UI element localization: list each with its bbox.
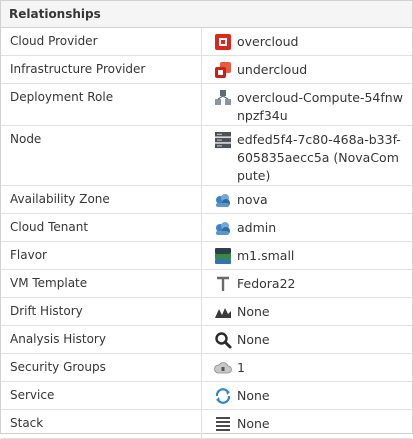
availability-zone-icon <box>214 191 232 209</box>
table-row: Service None <box>1 381 412 410</box>
relationships-table: Cloud Provider overcloud Infrastructure … <box>1 28 412 439</box>
stack-value: None <box>237 416 270 431</box>
deployment-role-icon <box>214 89 232 107</box>
row-label: Deployment Role <box>1 83 202 126</box>
row-label: Service <box>1 381 202 410</box>
table-row[interactable]: Node edfed5f4-7c80-468a-b33f-605835aecc5… <box>1 125 412 186</box>
row-label: Cloud Tenant <box>1 213 202 242</box>
panel-title: Relationships <box>1 1 412 28</box>
openstack-infra-provider-icon <box>214 61 232 79</box>
table-row: Analysis History None <box>1 325 412 354</box>
table-row[interactable]: Cloud Provider overcloud <box>1 28 412 56</box>
row-label: Security Groups <box>1 353 202 382</box>
row-label: Analysis History <box>1 325 202 354</box>
row-label: Infrastructure Provider <box>1 55 202 84</box>
service-value: None <box>237 388 270 403</box>
vm-template-link[interactable]: Fedora22 <box>237 275 295 293</box>
infrastructure-provider-link[interactable]: undercloud <box>237 61 307 79</box>
cloud-provider-link[interactable]: overcloud <box>237 33 298 51</box>
drift-history-icon <box>214 303 232 321</box>
row-label: Node <box>1 125 202 186</box>
flavor-link[interactable]: m1.small <box>237 247 294 265</box>
magnifier-icon <box>214 331 232 349</box>
relationships-panel: Relationships Cloud Provider overcloud I… <box>0 0 413 439</box>
security-group-icon <box>214 359 232 377</box>
deployment-role-link[interactable]: overcloud-Compute-54fnwnpzf34u <box>237 89 406 125</box>
node-link[interactable]: edfed5f4-7c80-468a-b33f-605835aecc5a (No… <box>237 131 406 185</box>
row-label: Flavor <box>1 241 202 270</box>
row-label: Availability Zone <box>1 185 202 214</box>
row-label: Cloud Provider <box>1 28 202 56</box>
flavor-icon <box>214 247 232 265</box>
table-row[interactable]: Flavor m1.small <box>1 241 412 270</box>
analysis-history-value: None <box>237 332 270 347</box>
row-label: Drift History <box>1 297 202 326</box>
table-row[interactable]: Infrastructure Provider undercloud <box>1 55 412 84</box>
cloud-tenant-link[interactable]: admin <box>237 219 276 237</box>
table-row[interactable]: Availability Zone nova <box>1 185 412 214</box>
table-row[interactable]: VM Template Fedora22 <box>1 269 412 298</box>
service-icon <box>214 387 232 405</box>
server-node-icon <box>214 131 232 149</box>
cloud-tenant-icon <box>214 219 232 237</box>
drift-history-value: None <box>237 304 270 319</box>
security-groups-link[interactable]: 1 <box>237 359 245 377</box>
row-label: Stack <box>1 409 202 439</box>
table-row[interactable]: Cloud Tenant admin <box>1 213 412 242</box>
table-row: Stack None <box>1 409 412 439</box>
stack-icon <box>214 415 232 433</box>
row-label: VM Template <box>1 269 202 298</box>
table-row: Drift History None <box>1 297 412 326</box>
availability-zone-link[interactable]: nova <box>237 191 268 209</box>
openstack-cloud-provider-icon <box>214 33 232 51</box>
table-row[interactable]: Deployment Role overcloud-Compute-54fnwn… <box>1 83 412 126</box>
table-row[interactable]: Security Groups 1 <box>1 353 412 382</box>
vm-template-icon <box>214 275 232 293</box>
